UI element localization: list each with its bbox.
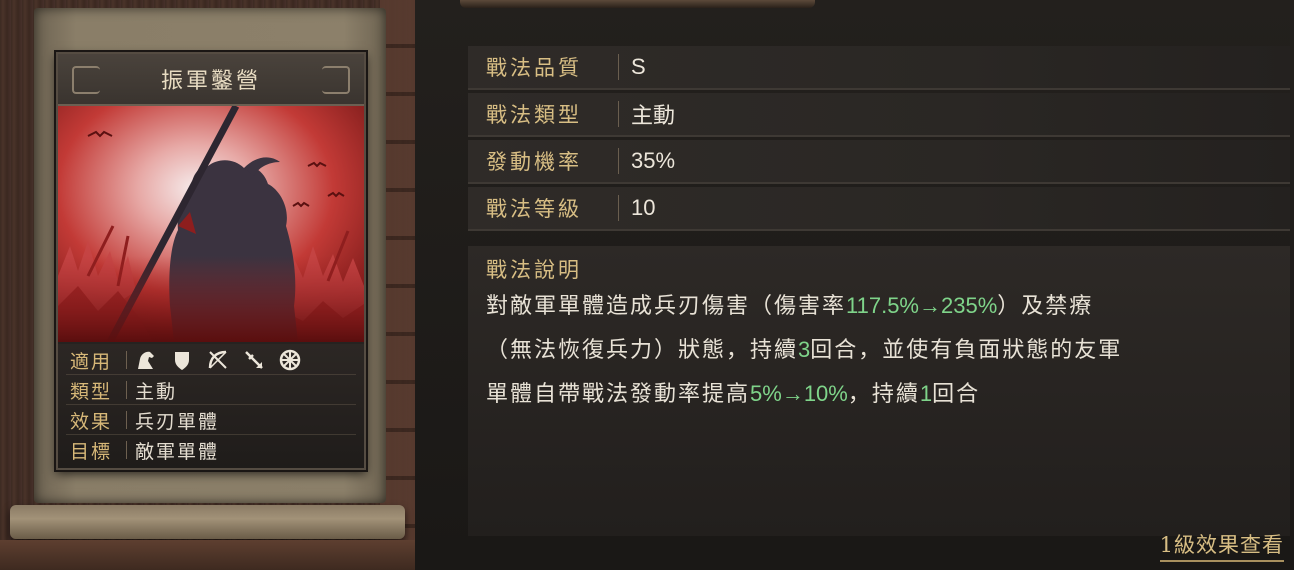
attr-divider xyxy=(126,411,127,429)
title-ornament-left xyxy=(72,66,100,94)
info-divider xyxy=(618,148,619,174)
buff-duration-highlight: 1 xyxy=(919,381,933,406)
cavalry-icon xyxy=(135,349,157,371)
scroll-base xyxy=(0,540,415,570)
description-text: 對敵軍單體造成兵刃傷害（傷害率117.5%→235%）及禁療 （無法恢復兵力）狀… xyxy=(486,284,1286,416)
info-row-level: 戰法等級 10 xyxy=(468,187,1290,231)
info-divider xyxy=(618,195,619,221)
attr-label-effect: 效果 xyxy=(70,410,113,433)
skill-card: 振軍鑿營 適用 類型 主動 效果 兵刃單體 目標 敵軍單體 xyxy=(56,52,366,470)
desc-segment: ）及禁療 xyxy=(997,294,1094,319)
warrior-silhouette-art xyxy=(58,106,364,342)
spear-icon xyxy=(243,349,265,371)
title-ornament-right xyxy=(322,66,350,94)
info-value-type: 主動 xyxy=(631,104,676,129)
attr-label-type: 類型 xyxy=(70,380,113,403)
skill-detail-screen: 振軍鑿營 適用 類型 主動 效果 兵刃單體 目標 敵軍單體 戰法品質 S 戰法類… xyxy=(0,0,1294,570)
attr-label-target: 目標 xyxy=(70,440,113,463)
info-divider xyxy=(618,101,619,127)
shield-icon xyxy=(171,349,193,371)
description-title: 戰法說明 xyxy=(486,258,582,282)
info-value-level: 10 xyxy=(631,195,656,220)
info-value-trigger-rate: 35% xyxy=(631,148,676,173)
top-decorative-strip xyxy=(460,0,815,8)
bow-icon xyxy=(207,349,229,371)
desc-segment: ，持續 xyxy=(847,382,920,407)
info-divider xyxy=(618,54,619,80)
info-label-type: 戰法類型 xyxy=(486,103,582,127)
duration-highlight: 3 xyxy=(798,337,811,362)
info-label-trigger-rate: 發動機率 xyxy=(486,150,582,174)
attr-row-effect: 效果 兵刃單體 xyxy=(66,406,356,435)
skill-artwork xyxy=(58,106,364,342)
skill-attributes: 適用 類型 主動 效果 兵刃單體 目標 敵軍單體 xyxy=(58,344,364,468)
info-row-trigger-rate: 發動機率 35% xyxy=(468,140,1290,184)
rate-increase-highlight: 5%→10% xyxy=(750,381,848,406)
info-label-level: 戰法等級 xyxy=(486,197,582,221)
attr-divider xyxy=(126,381,127,399)
attr-row-target: 目標 敵軍單體 xyxy=(66,436,356,464)
description-box: 戰法說明 對敵軍單體造成兵刃傷害（傷害率117.5%→235%）及禁療 （無法恢… xyxy=(468,246,1290,536)
info-value-quality: S xyxy=(631,54,646,79)
damage-rate-highlight: 117.5%→235% xyxy=(846,293,998,318)
skill-card-title: 振軍鑿營 xyxy=(58,54,364,106)
skill-name: 振軍鑿營 xyxy=(160,69,261,94)
attr-label-applicable: 適用 xyxy=(70,350,113,373)
attr-value-effect: 兵刃單體 xyxy=(135,410,220,433)
wheel-icon xyxy=(279,349,301,371)
attr-value-type: 主動 xyxy=(135,380,178,403)
attr-value-target: 敵軍單體 xyxy=(135,440,220,463)
desc-segment: 對敵軍單體造成兵刃傷害（傷害率 xyxy=(486,294,847,319)
info-row-quality: 戰法品質 S xyxy=(468,46,1290,90)
attr-row-applicable: 適用 xyxy=(66,346,356,375)
scroll-roller xyxy=(10,505,405,539)
attr-divider xyxy=(126,441,127,459)
desc-segment: 單體自帶戰法發動率提高 xyxy=(486,382,751,407)
desc-segment: 回合，並使有負面狀態的友軍 xyxy=(810,338,1123,363)
attr-row-type: 類型 主動 xyxy=(66,376,356,405)
info-label-quality: 戰法品質 xyxy=(486,56,582,80)
attr-divider xyxy=(126,351,127,369)
desc-segment: （無法恢復兵力）狀態，持續 xyxy=(486,338,799,363)
info-row-type: 戰法類型 主動 xyxy=(468,93,1290,137)
desc-segment: 回合 xyxy=(932,382,981,407)
level-1-effect-view-link[interactable]: 1級效果查看 xyxy=(1159,529,1284,562)
